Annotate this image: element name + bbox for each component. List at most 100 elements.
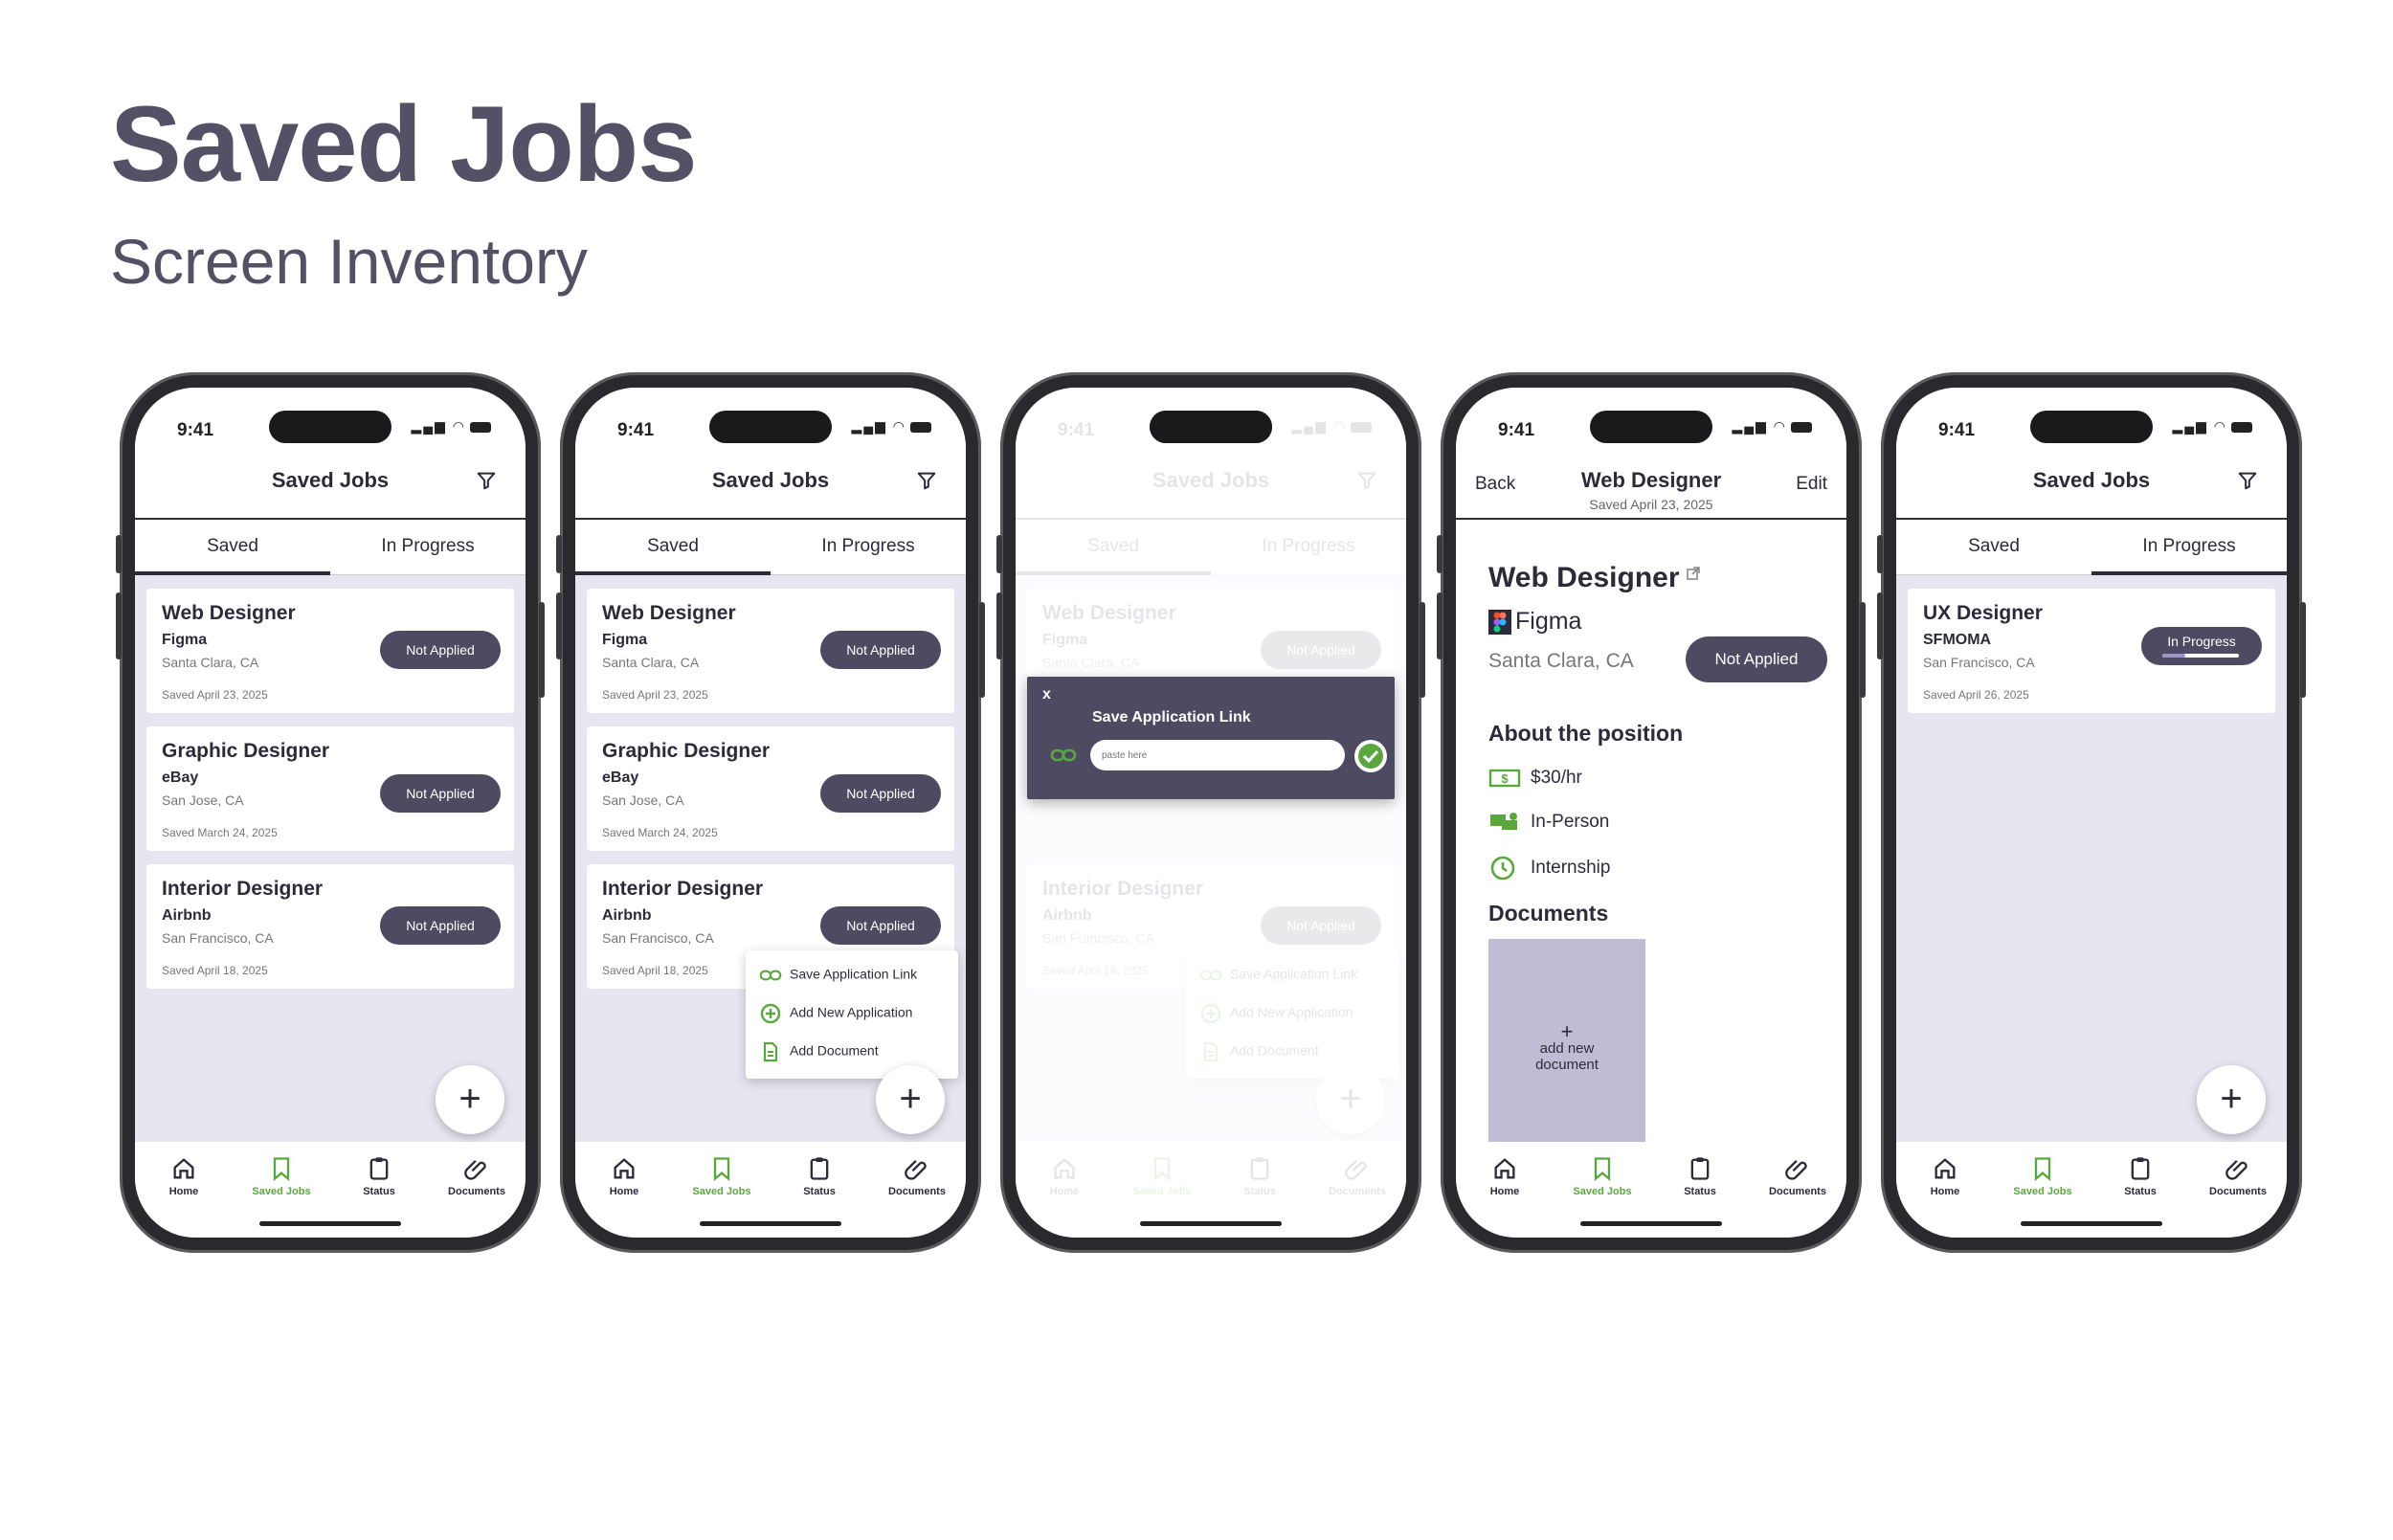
phone-side-button [539, 602, 545, 698]
menu-add-document[interactable]: Add Document [759, 1040, 879, 1069]
phone-side-button [556, 535, 562, 573]
bookmark-icon [2034, 1157, 2051, 1181]
tab-saved[interactable]: Saved [575, 520, 771, 575]
screen-title: Saved Jobs [2032, 468, 2151, 492]
nav-status[interactable]: Status [2091, 1155, 2189, 1197]
nav-status[interactable]: Status [1651, 1155, 1749, 1197]
company-name: Figma [1515, 608, 1582, 635]
job-location: San Francisco, CA [162, 930, 274, 946]
status-label: In Progress [2167, 634, 2236, 649]
filter-icon[interactable] [2237, 470, 2258, 491]
add-document-tile[interactable]: + add new document [1488, 939, 1645, 1159]
phone-side-button [1420, 602, 1425, 698]
job-card[interactable]: Interior Designer Airbnb San Francisco, … [146, 864, 514, 989]
nav-status[interactable]: Status [771, 1155, 868, 1197]
dynamic-island [1150, 411, 1272, 443]
status-badge[interactable]: Not Applied [1686, 636, 1827, 682]
status-badge[interactable]: Not Applied [380, 774, 501, 813]
confirm-button[interactable] [1354, 740, 1387, 772]
screen: 9:41 ▂▄▆ ◠ Saved Jobs Saved In Progress … [575, 388, 966, 1238]
status-badge[interactable]: Not Applied [380, 906, 501, 945]
job-location: Santa Clara, CA [162, 655, 259, 670]
phone-in-progress: 9:41 ▂▄▆ ◠ Saved Jobs Saved In Progress … [1877, 372, 2306, 1253]
status-badge[interactable]: Not Applied [820, 906, 941, 945]
phone-side-button [979, 602, 985, 698]
job-card[interactable]: UX Designer SFMOMA San Francisco, CA Sav… [1908, 589, 2275, 713]
status-badge[interactable]: In Progress [2141, 627, 2262, 665]
add-button[interactable]: + [876, 1065, 945, 1134]
add-button[interactable]: + [436, 1065, 504, 1134]
bookmark-icon [1594, 1157, 1611, 1181]
close-icon[interactable]: x [1042, 686, 1051, 703]
nav-label: Home [609, 1186, 639, 1197]
nav-home[interactable]: Home [575, 1155, 673, 1197]
status-badge[interactable]: Not Applied [380, 631, 501, 669]
status-badge[interactable]: Not Applied [820, 631, 941, 669]
plus-circle-icon [760, 1003, 781, 1024]
job-card[interactable]: Graphic Designer eBay San Jose, CA Saved… [146, 726, 514, 851]
clipboard-icon [2131, 1157, 2150, 1180]
paperclip-icon [1785, 1160, 1807, 1180]
nav-label: Saved Jobs [692, 1186, 751, 1197]
save-link-dialog: x Save Application Link [1027, 677, 1395, 799]
nav-label: Home [168, 1186, 199, 1197]
tab-saved[interactable]: Saved [135, 520, 330, 575]
phone-side-button [996, 592, 1002, 659]
add-button[interactable]: + [2197, 1065, 2266, 1134]
tab-saved[interactable]: Saved [1896, 520, 2091, 575]
nav-documents[interactable]: Documents [868, 1155, 966, 1197]
mode-row: In-Person [1488, 809, 1609, 836]
job-saved-date: Saved April 18, 2025 [602, 964, 708, 977]
status-badge[interactable]: Not Applied [820, 774, 941, 813]
home-indicator [1580, 1221, 1722, 1226]
job-card[interactable]: Web Designer Figma Santa Clara, CA Saved… [587, 589, 954, 713]
edit-button[interactable]: Edit [1796, 474, 1827, 495]
paperclip-icon [905, 1160, 927, 1180]
nav-saved-jobs[interactable]: Saved Jobs [233, 1155, 330, 1197]
dialog-title: Save Application Link [1092, 709, 1251, 725]
tab-in-progress[interactable]: In Progress [771, 520, 966, 575]
home-indicator [259, 1221, 401, 1226]
screen-title: Web Designer [1580, 468, 1722, 492]
pay-value: $30/hr [1531, 768, 1582, 789]
job-company: Figma [602, 632, 648, 648]
nav-home[interactable]: Home [1456, 1155, 1554, 1197]
link-input[interactable] [1090, 740, 1345, 770]
job-card[interactable]: Web Designer Figma Santa Clara, CA Saved… [146, 589, 514, 713]
tab-in-progress[interactable]: In Progress [2091, 520, 2287, 575]
job-title: Graphic Designer [162, 740, 330, 762]
nav-home[interactable]: Home [135, 1155, 233, 1197]
nav-saved-jobs[interactable]: Saved Jobs [1554, 1155, 1651, 1197]
nav-saved-jobs[interactable]: Saved Jobs [1994, 1155, 2091, 1197]
status-icons: ▂▄▆ ◠ [851, 418, 931, 435]
nav-documents[interactable]: Documents [428, 1155, 526, 1197]
pay-row: $ $30/hr [1488, 765, 1582, 792]
job-card[interactable]: Graphic Designer eBay San Jose, CA Saved… [587, 726, 954, 851]
home-indicator [2021, 1221, 2162, 1226]
job-title: Interior Designer [162, 878, 324, 900]
home-icon [173, 1158, 194, 1179]
mode-value: In-Person [1531, 812, 1610, 833]
status-time: 9:41 [617, 420, 655, 440]
filter-icon[interactable] [476, 470, 497, 491]
modal-backdrop[interactable] [1016, 388, 1406, 1238]
nav-documents[interactable]: Documents [1749, 1155, 1846, 1197]
filter-icon[interactable] [916, 470, 937, 491]
nav-home[interactable]: Home [1896, 1155, 1994, 1197]
person-desk-icon [1490, 813, 1517, 830]
nav-status[interactable]: Status [330, 1155, 428, 1197]
tab-in-progress[interactable]: In Progress [330, 520, 526, 575]
paperclip-icon [464, 1160, 486, 1180]
external-link-icon[interactable] [1686, 566, 1701, 581]
top-bar: 9:41 ▂▄▆ ◠ Saved Jobs [1896, 388, 2287, 520]
company: Figma [1488, 608, 1581, 636]
detail-body: Web Designer Figma Santa Clara, CA Not A… [1456, 520, 1846, 1171]
nav-documents[interactable]: Documents [2189, 1155, 2287, 1197]
phone-job-detail: 9:41 ▂▄▆ ◠ Back Web Designer Saved April… [1437, 372, 1866, 1253]
status-time: 9:41 [1938, 420, 1976, 440]
menu-save-link[interactable]: Save Application Link [759, 964, 917, 993]
job-company: Figma [162, 632, 208, 648]
nav-saved-jobs[interactable]: Saved Jobs [673, 1155, 771, 1197]
bottom-nav: Home Saved Jobs Status Documents [575, 1142, 966, 1238]
menu-add-application[interactable]: Add New Application [759, 1002, 912, 1031]
